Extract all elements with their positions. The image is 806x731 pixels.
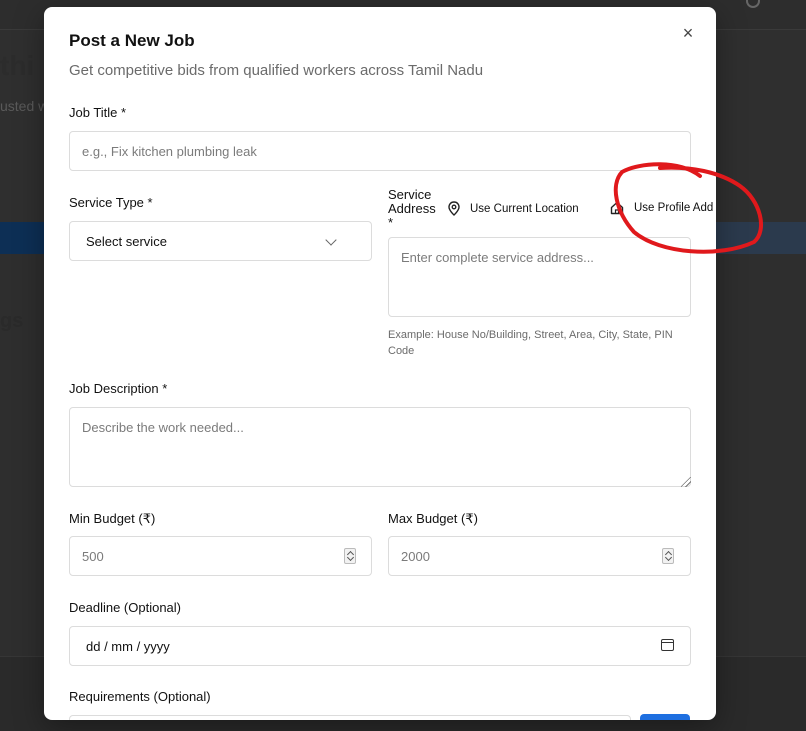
job-description-input[interactable]: [69, 407, 691, 487]
modal-title: Post a New Job: [69, 31, 195, 50]
service-type-value: Select service: [86, 233, 167, 249]
min-budget-label: Min Budget (₹): [69, 511, 156, 526]
service-type-select[interactable]: Select service: [69, 221, 372, 261]
background-band-accent: [0, 222, 44, 254]
use-profile-address-label: Use Profile Add: [634, 202, 714, 214]
service-type-label: Service Type *: [69, 195, 153, 210]
max-budget-label: Max Budget (₹): [388, 511, 478, 526]
background-heading: thi: [0, 50, 35, 81]
service-address-hint: Example: House No/Building, Street, Area…: [388, 329, 673, 357]
background-section-title: gs: [0, 310, 24, 332]
job-title-label: Job Title *: [69, 105, 127, 120]
calendar-icon[interactable]: [661, 639, 674, 651]
post-job-modal: × Post a New Job Get competitive bids fr…: [44, 7, 716, 720]
requirements-input[interactable]: [69, 715, 631, 720]
job-description-label: Job Description *: [69, 381, 168, 396]
use-current-location-label: Use Current Location: [470, 202, 579, 215]
add-requirement-button[interactable]: [640, 714, 690, 720]
service-address-label: Service Address *: [388, 188, 442, 230]
home-icon: [610, 201, 624, 215]
close-button[interactable]: ×: [678, 23, 698, 43]
service-address-input[interactable]: [388, 237, 691, 317]
deadline-input[interactable]: dd / mm / yyyy: [69, 626, 691, 666]
min-budget-input[interactable]: [69, 536, 372, 576]
deadline-value: dd / mm / yyyy: [86, 638, 170, 654]
map-pin-icon: [448, 201, 460, 216]
service-address-label-line2: Address: [388, 201, 436, 216]
min-budget-spinner-icon[interactable]: [344, 548, 356, 564]
modal-subtitle: Get competitive bids from qualified work…: [69, 62, 484, 79]
use-profile-address-button[interactable]: Use Profile Add: [610, 201, 713, 215]
deadline-label: Deadline (Optional): [69, 600, 182, 615]
max-budget-input[interactable]: [388, 536, 691, 576]
max-budget-spinner-icon[interactable]: [662, 548, 674, 564]
resize-grip-icon[interactable]: [681, 477, 691, 487]
background-subtext: usted w: [0, 98, 49, 114]
service-address-label-line3: *: [388, 215, 394, 230]
chevron-down-icon: [325, 234, 337, 246]
requirements-label: Requirements (Optional): [69, 689, 211, 704]
use-current-location-button[interactable]: Use Current Location: [448, 201, 579, 216]
job-title-input[interactable]: [69, 131, 691, 171]
service-address-label-line1: Service: [388, 187, 432, 202]
